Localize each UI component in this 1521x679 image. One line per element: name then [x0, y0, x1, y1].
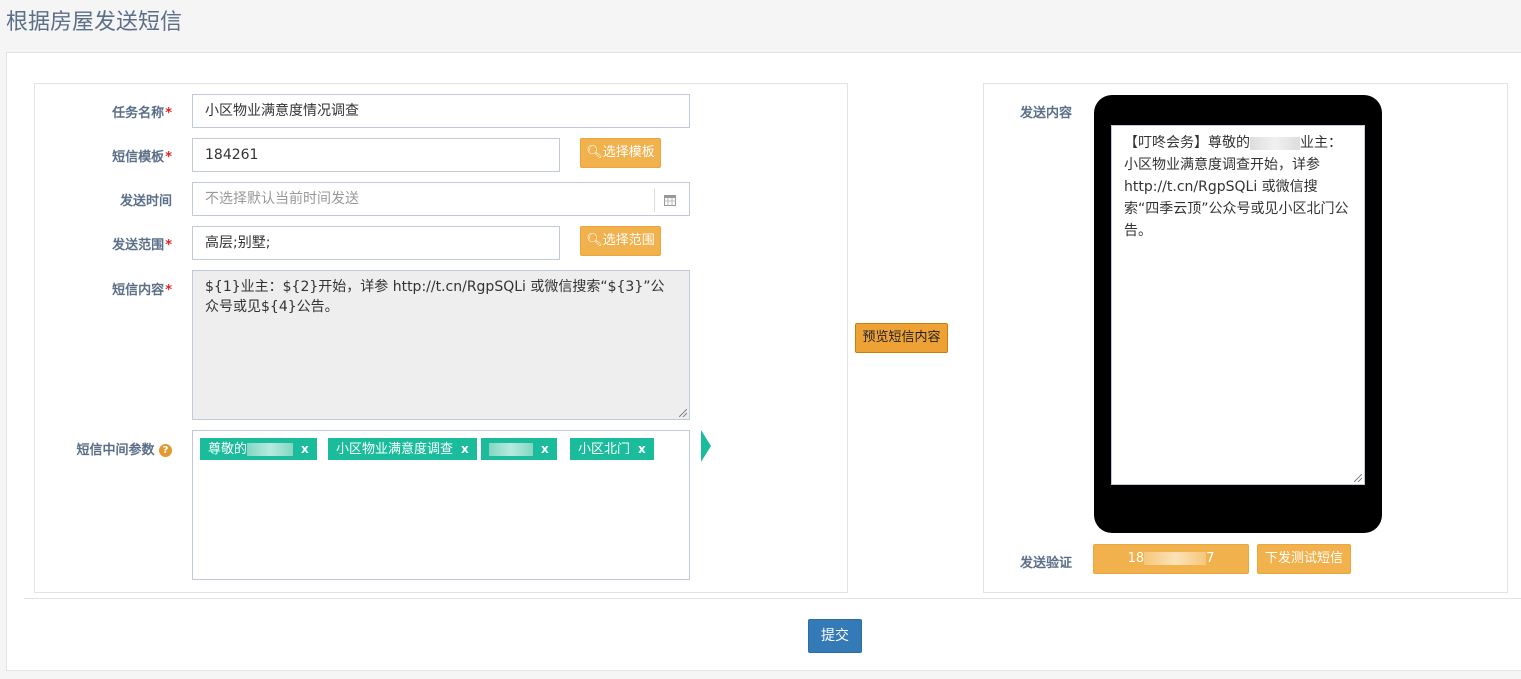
verify-label: 发送验证	[1019, 556, 1072, 571]
calendar-icon[interactable]	[664, 194, 676, 206]
param-tag: 小区物业满意度调查 x	[328, 438, 477, 460]
select-template-button[interactable]: 🔍︎选择模板	[580, 138, 661, 168]
send-time-label: 发送时间	[119, 194, 172, 209]
preview-sms-button[interactable]: 预览短信内容	[855, 323, 948, 353]
template-label: 短信模板*	[112, 150, 172, 165]
page-title: 根据房屋发送短信	[6, 10, 183, 35]
params-label: 短信中间参数 ?	[32, 439, 172, 458]
phone-number-field[interactable]: 18 7	[1093, 544, 1249, 574]
send-test-sms-button[interactable]: 下发测试短信	[1257, 544, 1351, 574]
redacted-text	[1144, 552, 1207, 565]
range-input[interactable]: 高层;别墅;	[192, 226, 560, 260]
param-tag: 尊敬的 x	[200, 438, 317, 460]
help-icon[interactable]: ?	[159, 444, 172, 457]
range-label: 发送范围*	[112, 238, 172, 253]
search-icon: 🔍︎	[586, 233, 603, 248]
redacted-text	[489, 443, 533, 456]
content-textarea[interactable]: ${1}业主：${2}开始，详参 http://t.cn/RgpSQLi 或微信…	[192, 270, 690, 420]
send-time-input[interactable]: 不选择默认当前时间发送	[192, 182, 690, 216]
remove-tag-icon[interactable]: x	[541, 442, 549, 456]
send-content-label: 发送内容	[1019, 106, 1072, 121]
select-range-button[interactable]: 🔍︎选择范围	[580, 226, 661, 256]
submit-button[interactable]: 提交	[808, 619, 862, 653]
remove-tag-icon[interactable]: x	[461, 442, 469, 456]
param-tag: 小区北门 x	[570, 438, 654, 460]
divider	[24, 598, 1521, 599]
sms-preview-textarea[interactable]: 【叮咚会务】尊敬的 业主：小区物业满意度调查开始，详参 http://t.cn/R…	[1111, 125, 1365, 485]
input-divider	[654, 188, 655, 212]
remove-tag-icon[interactable]: x	[638, 442, 646, 456]
params-box[interactable]: 尊敬的 x 小区物业满意度调查 x x 小区北门 x	[192, 430, 690, 580]
template-input[interactable]: 184261	[192, 138, 560, 172]
content-label: 短信内容*	[112, 283, 172, 298]
redacted-text	[247, 443, 294, 456]
redacted-text	[1250, 136, 1300, 150]
arrow-right-icon	[701, 430, 711, 462]
task-name-input[interactable]: 小区物业满意度情况调查	[192, 94, 690, 128]
param-tag: x	[481, 438, 557, 460]
task-name-label: 任务名称*	[112, 106, 172, 121]
resize-handle[interactable]	[1354, 474, 1362, 482]
search-icon: 🔍︎	[586, 145, 603, 160]
remove-tag-icon[interactable]: x	[301, 442, 309, 456]
resize-handle[interactable]	[679, 409, 687, 417]
